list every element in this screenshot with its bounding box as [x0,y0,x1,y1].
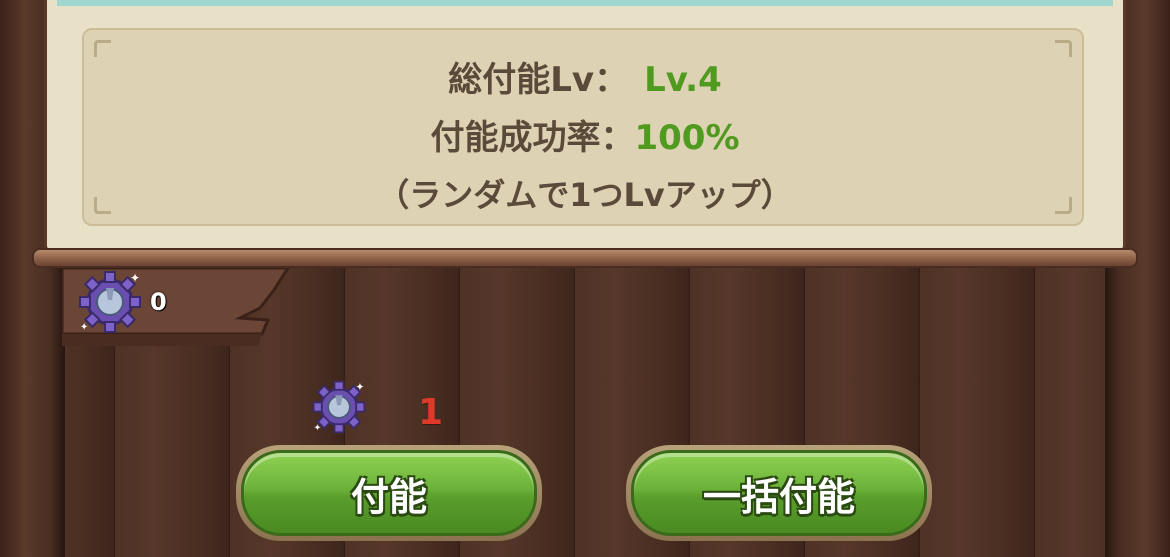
svg-text:✦: ✦ [80,322,88,333]
owned-count: 0 [150,288,167,316]
svg-text:✦: ✦ [130,271,140,285]
svg-text:✦: ✦ [314,424,322,434]
cost-amount: 1 [418,392,444,433]
bulk-enchant-button-label: 一括付能 [702,474,855,519]
enchant-button[interactable]: 付能 [236,445,542,541]
info-box: 総付能Lv： Lv.4 付能成功率：100% （ランダムで1つLvアップ） [82,28,1084,226]
enchant-button-label: 付能 [350,474,427,519]
random-note: （ランダムで1つLvアップ） [377,176,793,214]
success-rate-row: 付能成功率：100% [84,110,1086,159]
enchant-gear-icon: ✦ ✦ [312,381,366,434]
total-level-row: 総付能Lv： Lv.4 [84,52,1086,101]
success-rate-value: 100% [634,118,740,158]
shelf-rail [32,248,1138,268]
success-rate-label: 付能成功率： [430,118,635,158]
total-level-value: Lv.4 [644,60,722,100]
enchant-gear-icon: ✦ ✦ [79,271,141,333]
bulk-enchant-button[interactable]: 一括付能 [626,445,932,541]
svg-text:✦: ✦ [355,381,364,394]
total-level-label: 総付能Lv： [448,60,629,100]
bulk-enchant-button-face[interactable]: 一括付能 [631,450,927,536]
enchant-button-face[interactable]: 付能 [241,450,537,536]
